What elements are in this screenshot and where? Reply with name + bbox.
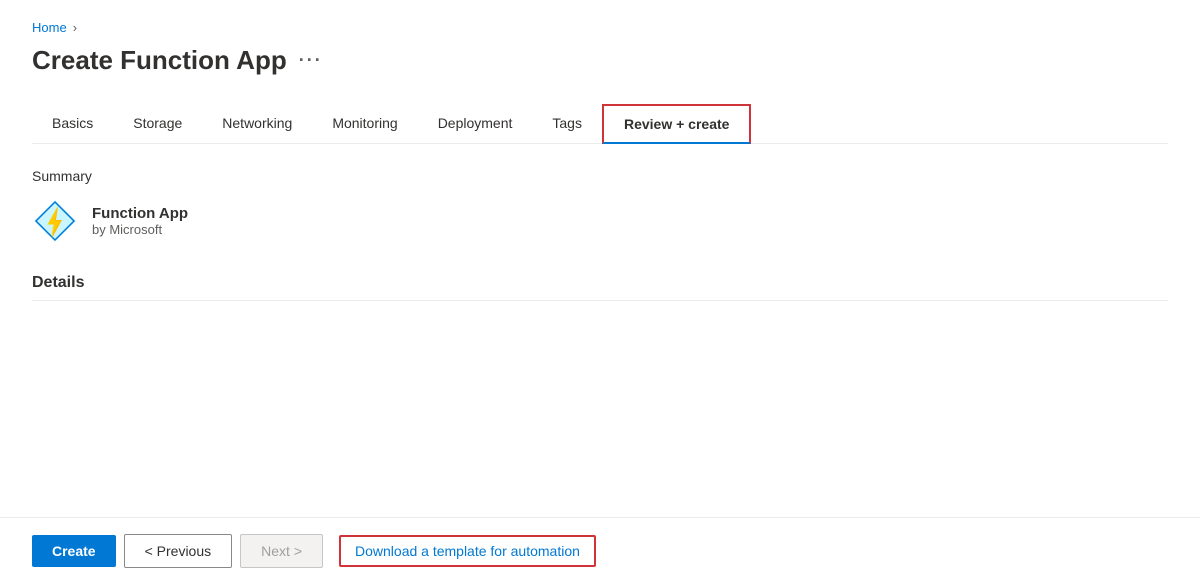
tab-monitoring[interactable]: Monitoring	[312, 105, 417, 143]
summary-label: Summary	[32, 168, 1168, 184]
bottom-bar: Create < Previous Next > Download a temp…	[0, 517, 1200, 584]
tab-networking[interactable]: Networking	[202, 105, 312, 143]
tabs-container: Basics Storage Networking Monitoring Dep…	[32, 104, 1168, 144]
page-container: Home › Create Function App ··· Basics St…	[0, 0, 1200, 584]
page-title-row: Create Function App ···	[32, 45, 1168, 76]
breadcrumb-separator: ›	[73, 20, 77, 35]
tab-storage[interactable]: Storage	[113, 105, 202, 143]
app-name: Function App	[92, 205, 188, 222]
more-options-icon[interactable]: ···	[299, 50, 323, 71]
function-app-info: Function App by Microsoft	[92, 205, 188, 237]
tab-deployment[interactable]: Deployment	[418, 105, 533, 143]
breadcrumb-home-link[interactable]: Home	[32, 20, 67, 35]
app-by: by Microsoft	[92, 222, 188, 237]
create-button[interactable]: Create	[32, 535, 116, 567]
page-title: Create Function App	[32, 45, 287, 76]
download-template-link[interactable]: Download a template for automation	[339, 535, 596, 567]
function-app-row: Function App by Microsoft	[32, 198, 1168, 244]
tab-review-create[interactable]: Review + create	[602, 104, 751, 144]
function-app-icon	[32, 198, 78, 244]
previous-button[interactable]: < Previous	[124, 534, 233, 568]
next-button: Next >	[240, 534, 323, 568]
tab-tags[interactable]: Tags	[532, 105, 602, 143]
details-section-title: Details	[32, 274, 1168, 301]
tab-basics[interactable]: Basics	[32, 105, 113, 143]
breadcrumb: Home ›	[32, 20, 1168, 35]
